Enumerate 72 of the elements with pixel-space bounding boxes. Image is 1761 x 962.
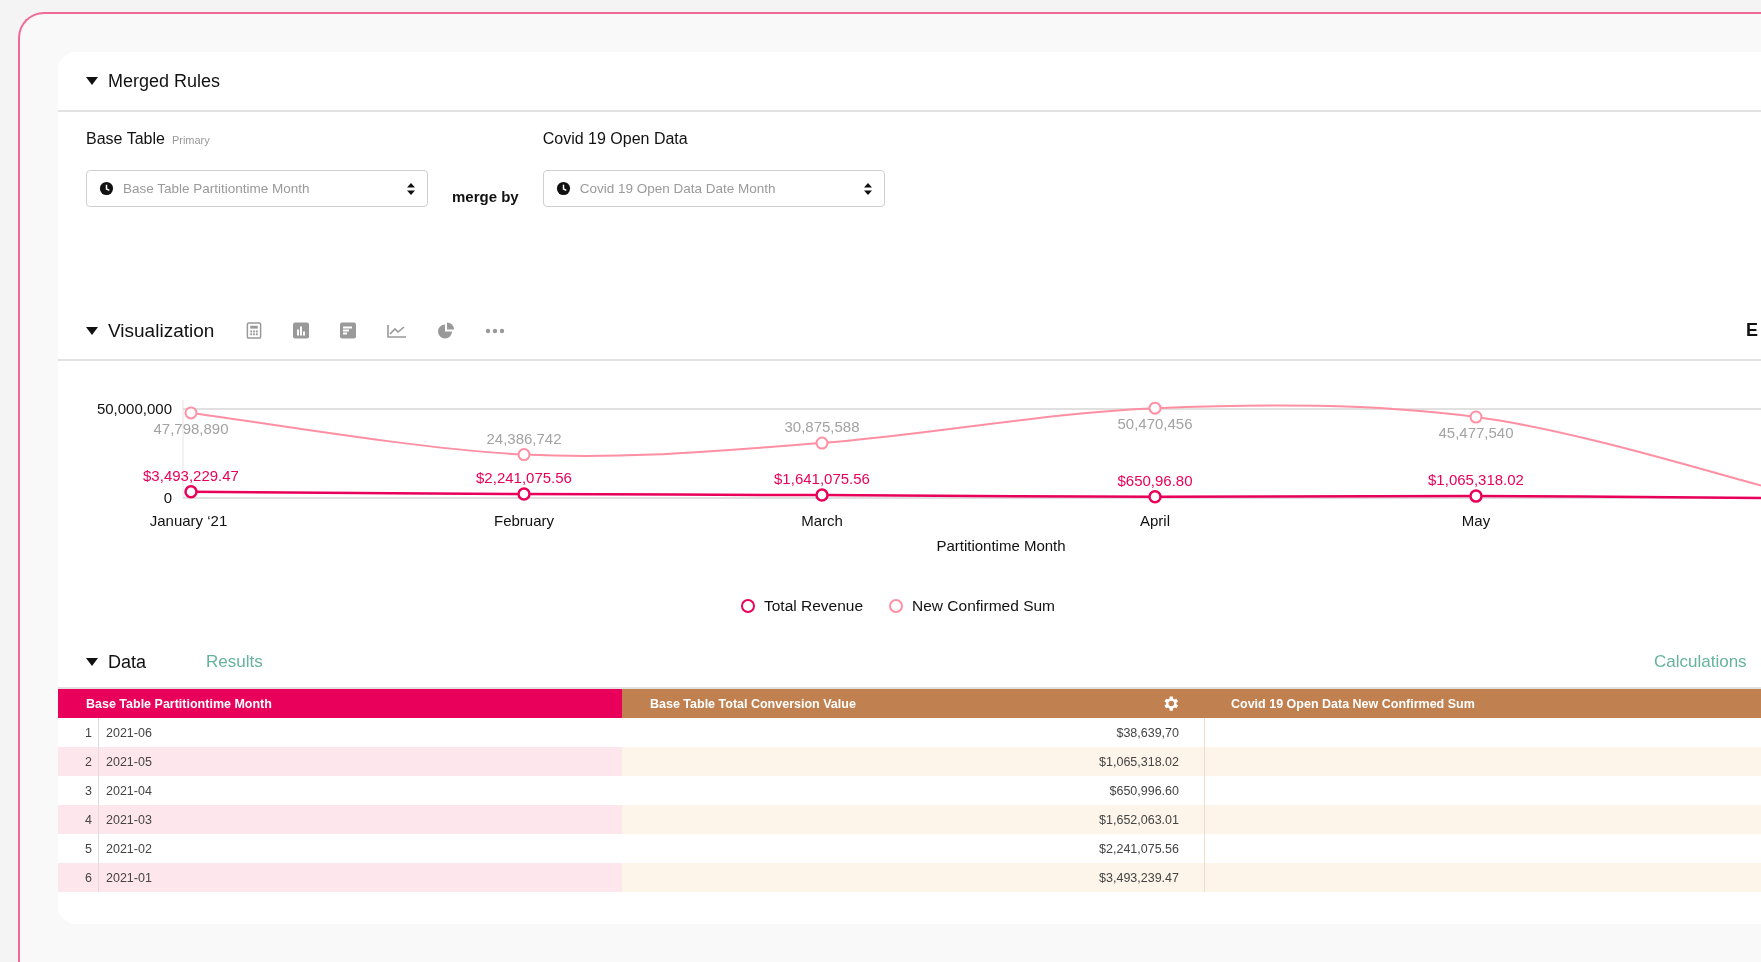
- axis-tick-label: 50,000,000: [96, 400, 172, 417]
- select-field[interactable]: Base Table Partitiontime Month: [86, 170, 428, 207]
- up-down-icon: [407, 182, 415, 195]
- row-number: 4: [58, 805, 99, 834]
- axis-category-label: February: [494, 512, 554, 529]
- calculations-link[interactable]: Calculations: [1654, 652, 1747, 672]
- data-label: $650,96.80: [1117, 471, 1193, 489]
- data-label: 24,386,742: [486, 429, 562, 447]
- caret-icon[interactable]: [86, 77, 98, 85]
- row-number: 2: [58, 747, 99, 776]
- select-field[interactable]: Covid 19 Open Data Date Month: [542, 170, 885, 207]
- table-cell: $3,493,239.47: [1099, 870, 1179, 885]
- data-point: [815, 488, 829, 502]
- table-cell: $1,065,318.02: [1099, 754, 1179, 769]
- bar-chart-icon[interactable]: [293, 322, 310, 339]
- axis-title: Partitiontime Month: [936, 537, 1066, 554]
- calculator-icon[interactable]: [246, 322, 263, 339]
- table-cell-text: 2021-03: [105, 812, 152, 827]
- column-header[interactable]: Base Table Total Conversion Value: [622, 689, 1205, 718]
- section-title: Data: [108, 651, 147, 673]
- data-point: [184, 485, 198, 499]
- data-point: [1148, 401, 1162, 415]
- primary-tag: Primary: [171, 134, 210, 146]
- table-cell: $1,652,063.01: [1099, 812, 1179, 827]
- cut-off-label: E: [1746, 320, 1758, 341]
- column-header[interactable]: Base Table Partitiontime Month: [58, 689, 622, 718]
- table-cell: $2,241,075.56: [1099, 841, 1179, 856]
- section-title: Merged Rules: [108, 70, 221, 92]
- section-title: Visualization: [108, 319, 215, 342]
- data-point: [1148, 490, 1162, 504]
- legend-label: Total Revenue: [763, 597, 864, 615]
- data-point: [184, 406, 198, 420]
- data-point: [1469, 410, 1483, 424]
- data-point: [815, 436, 829, 450]
- axis-category-label: January ‘21: [149, 512, 228, 529]
- table-cell-text: 2021-02: [105, 841, 152, 856]
- legend-label: New Confirmed Sum: [912, 597, 1056, 615]
- data-label: $1,641,075.56: [774, 470, 870, 488]
- row-number: 6: [58, 863, 99, 892]
- table-cell-text: 2021-06: [105, 725, 152, 740]
- data-label: 45,477,540: [1438, 424, 1514, 442]
- data-label: $2,241,075.56: [476, 469, 572, 486]
- axis-category-label: May: [1461, 512, 1491, 529]
- column-header[interactable]: Covid 19 Open Data New Confirmed Sum: [1205, 689, 1761, 718]
- data-label: $3,493,229.47: [143, 466, 239, 484]
- data-point: [517, 448, 531, 462]
- data-label: 50,470,456: [1117, 415, 1193, 433]
- merge-by-label: merge by: [452, 188, 519, 205]
- up-down-icon: [863, 182, 872, 195]
- axis-tick-label: 0: [163, 489, 172, 506]
- data-point: [517, 487, 531, 501]
- data-label: 47,798,890: [153, 419, 229, 437]
- table-cell-text: 2021-04: [105, 783, 152, 798]
- table-label: Covid 19 Open Data: [542, 130, 688, 148]
- line-chart-icon[interactable]: [387, 323, 408, 338]
- table-label: Base Table: [86, 130, 165, 148]
- data-label: 30,875,588: [784, 418, 860, 436]
- caret-icon[interactable]: [86, 658, 98, 666]
- axis-category-label: March: [801, 512, 843, 529]
- axis-category-label: April: [1140, 512, 1170, 529]
- data-label: $1,065,318.02: [1428, 471, 1524, 489]
- clock-icon: [555, 181, 571, 196]
- table-cell: $38,639,70: [1116, 725, 1179, 740]
- horizontal-bar-icon[interactable]: [340, 322, 357, 339]
- caret-icon[interactable]: [86, 326, 98, 335]
- table-cell-text: 2021-01: [105, 870, 152, 885]
- table-cell-text: 2021-05: [105, 754, 152, 769]
- pie-chart-icon[interactable]: [438, 322, 455, 339]
- data-point: [1469, 489, 1483, 503]
- table-cell: $650,996.60: [1109, 783, 1179, 798]
- results-link[interactable]: Results: [206, 652, 263, 672]
- clock-icon: [99, 181, 114, 196]
